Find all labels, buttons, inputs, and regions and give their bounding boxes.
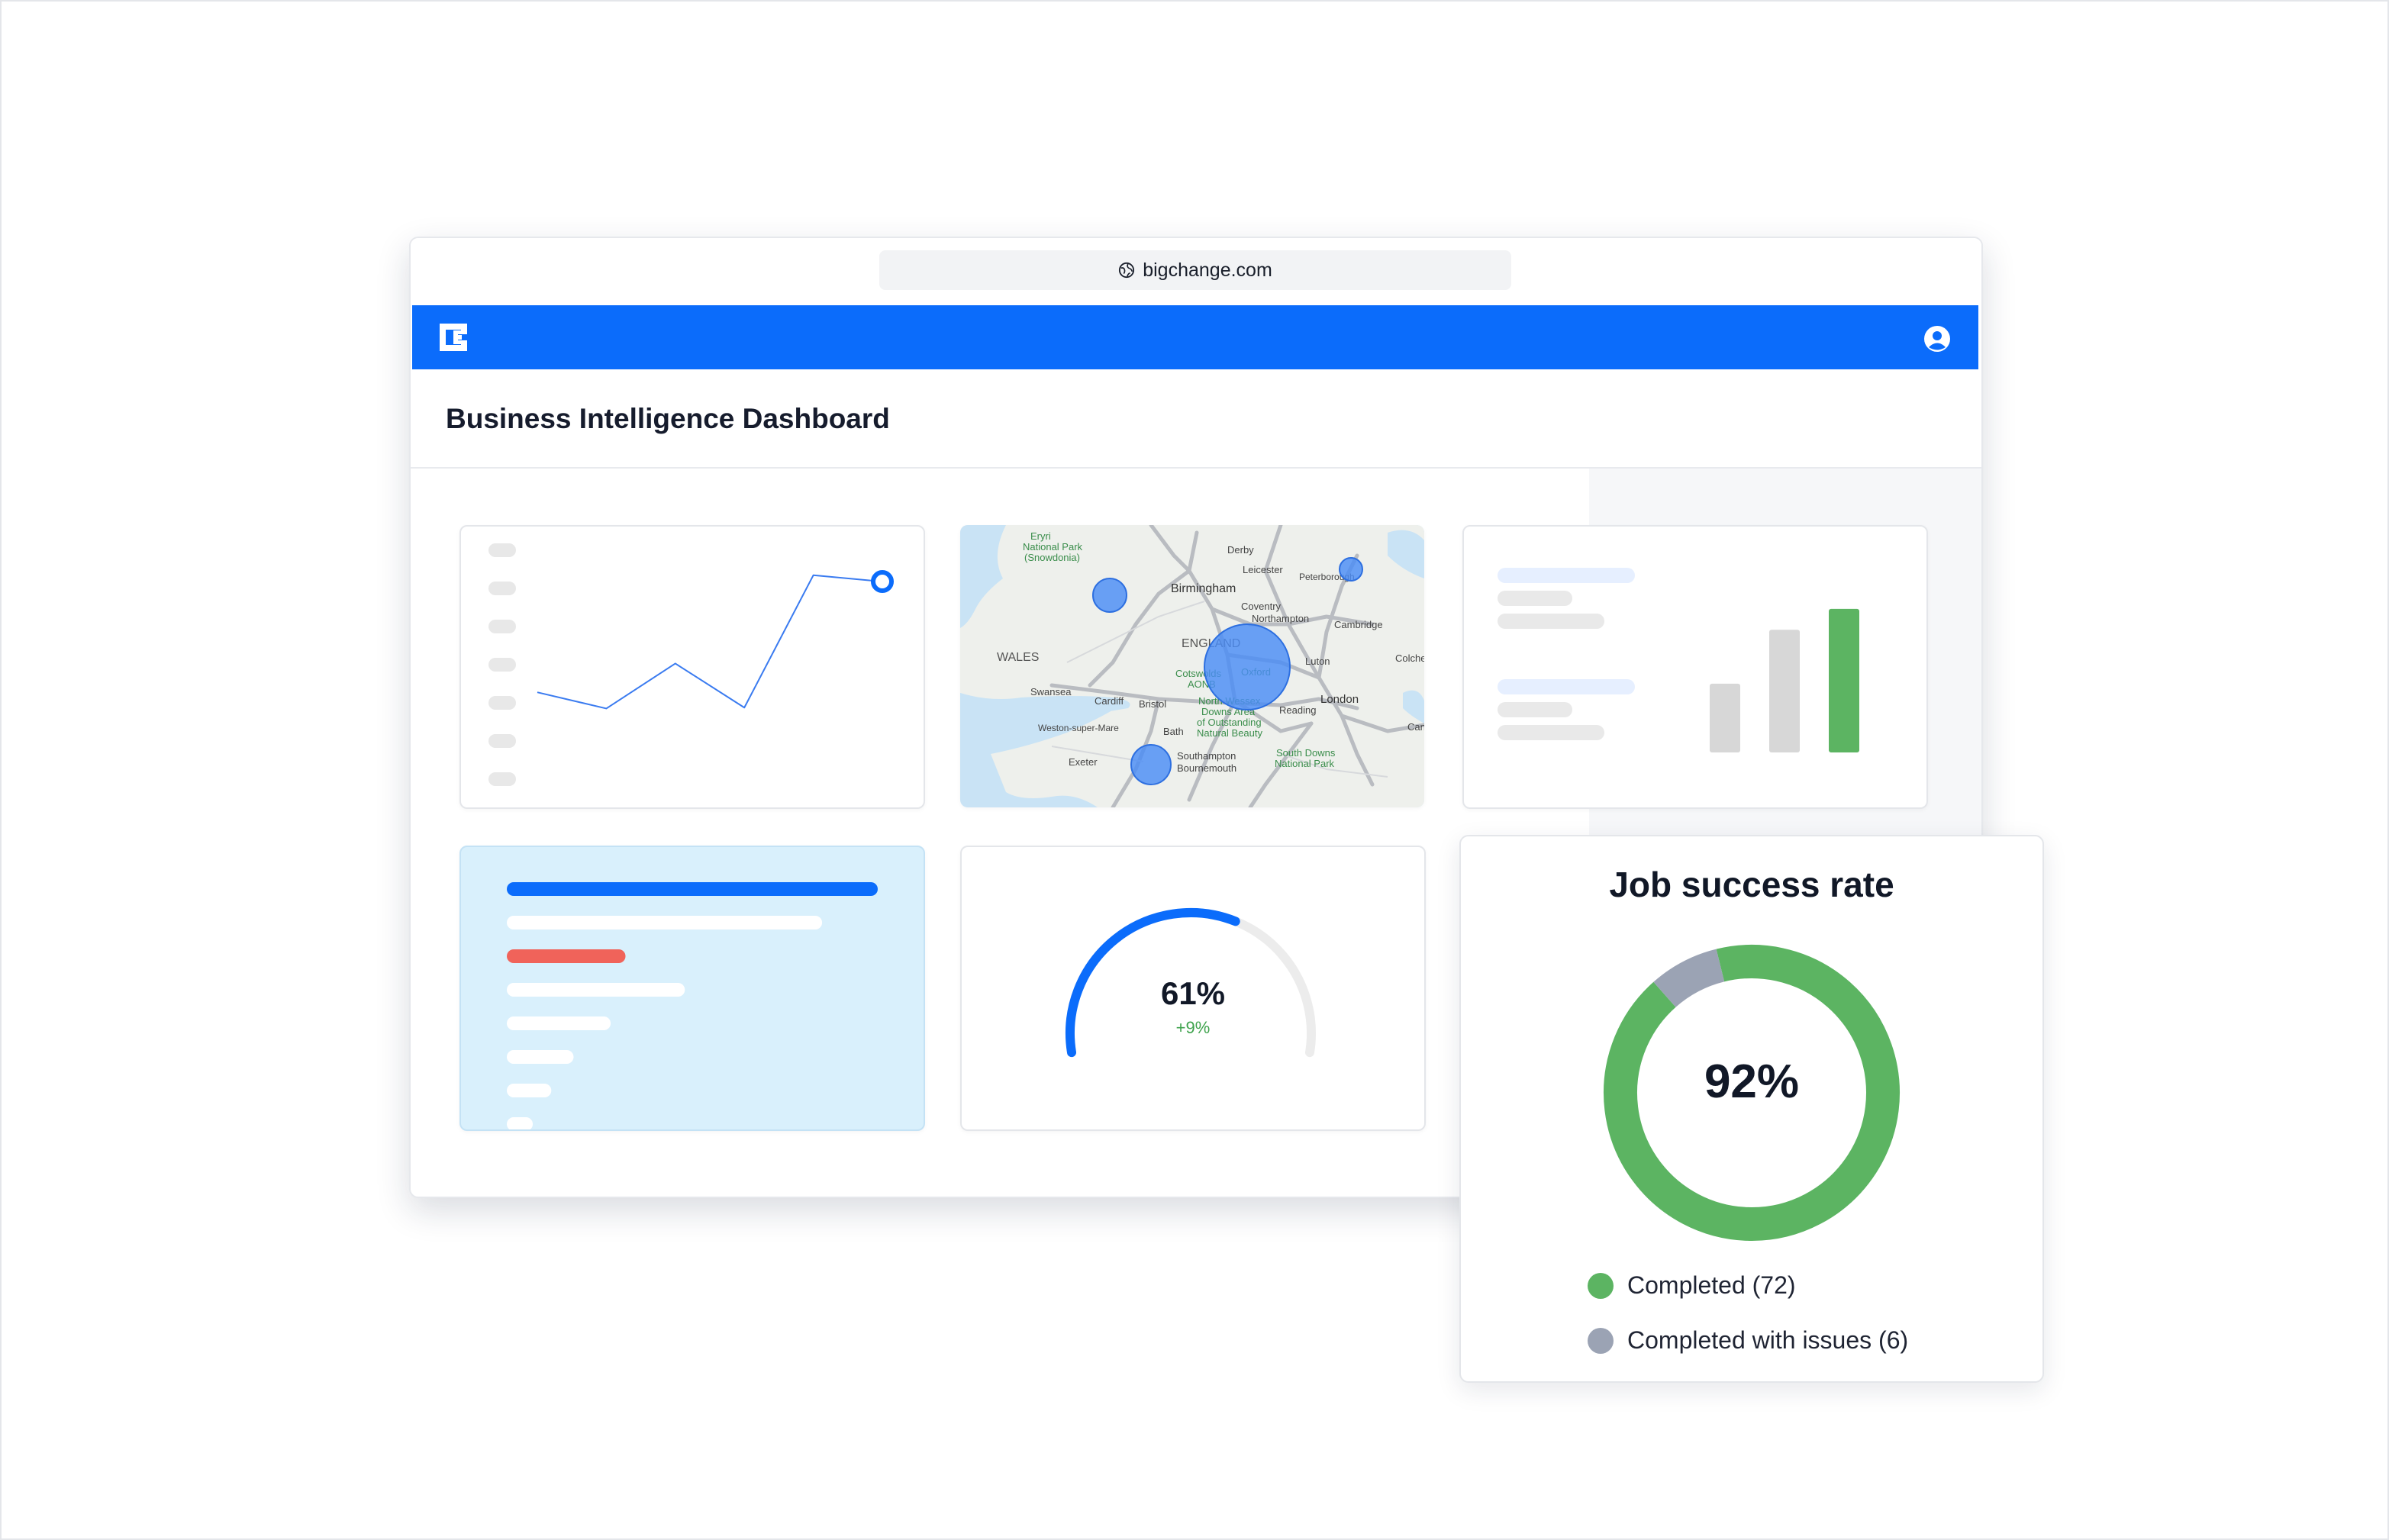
donut-center-value: 92% (1704, 1055, 1800, 1108)
gauge-delta: +9% (1175, 1018, 1211, 1037)
y-tick-placeholder (488, 696, 516, 710)
map-place-label: Luton (1305, 656, 1330, 667)
globe-icon (1119, 262, 1135, 279)
y-tick-placeholder (488, 582, 516, 595)
map-place-label: Birmingham (1171, 582, 1236, 595)
hbar[interactable] (507, 1050, 574, 1064)
map-card[interactable]: Eryri National Park (Snowdonia) Derby Leices… (960, 525, 1424, 807)
map-place-label: Weston-super-Mare (1038, 723, 1119, 733)
map-bubble-peterborough[interactable] (1339, 557, 1363, 582)
address-bar[interactable]: bigchange.com (879, 250, 1511, 290)
map-place-label: Cambridge (1334, 619, 1383, 630)
map-place-label: London (1320, 693, 1359, 706)
line-chart-card[interactable] (459, 525, 925, 809)
hbar[interactable] (507, 983, 685, 997)
horizontal-bar-card[interactable] (459, 846, 925, 1131)
map-place-label: Natural Beauty (1197, 727, 1262, 739)
map-place-label: Can (1407, 721, 1424, 733)
y-tick-placeholder (488, 734, 516, 748)
map-place-label: Bournemouth (1177, 762, 1236, 774)
minimize-window-dot[interactable] (458, 263, 473, 279)
map-place-label: Colche (1395, 652, 1424, 664)
map-place-label: Bristol (1139, 698, 1166, 710)
hbar[interactable] (507, 949, 626, 963)
y-tick-placeholder (488, 772, 516, 786)
legend-item-completed-with-issues: Completed with issues (6) (1588, 1326, 1908, 1355)
bar-chart (1710, 608, 1859, 752)
legend-dot-completed (1588, 1272, 1614, 1299)
map-place-label: National Park (1275, 758, 1335, 769)
map-place-label: Reading (1279, 704, 1316, 716)
map-place-label: Derby (1227, 544, 1254, 556)
uk-map[interactable]: EryriNational Park(Snowdonia)DerbyLeices… (960, 525, 1424, 807)
legend-item-completed: Completed (72) (1588, 1271, 1796, 1300)
hbar[interactable] (507, 1084, 552, 1097)
map-place-label: Coventry (1241, 601, 1282, 612)
address-url: bigchange.com (1143, 259, 1272, 281)
map-place-label: of Outstanding (1197, 717, 1262, 728)
hbar[interactable] (507, 1016, 611, 1030)
map-place-label: Cardiff (1095, 695, 1124, 707)
page-title: Business Intelligence Dashboard (446, 403, 890, 434)
bar[interactable] (1829, 608, 1859, 752)
line-end-point[interactable] (871, 570, 894, 594)
job-success-card[interactable]: Job success rate 92% Completed (72) Comp… (1459, 835, 2044, 1383)
map-bubble-wales[interactable] (1092, 578, 1127, 613)
bar-chart-card[interactable] (1462, 525, 1928, 809)
horizontal-bar-chart (507, 882, 878, 1129)
map-bubble-oxford[interactable] (1204, 623, 1291, 710)
map-place-label: National Park (1023, 541, 1083, 553)
y-tick-placeholder (488, 658, 516, 672)
hbar[interactable] (507, 1117, 534, 1129)
map-place-label: Swansea (1030, 686, 1072, 698)
app-header (412, 305, 1978, 369)
hbar[interactable] (507, 916, 823, 929)
line-chart (488, 543, 894, 786)
legend-dot-issues (1588, 1327, 1614, 1354)
map-place-label: Bath (1163, 726, 1184, 737)
donut-segment[interactable] (1653, 949, 1725, 1008)
bar[interactable] (1769, 630, 1800, 752)
map-place-label: Exeter (1069, 756, 1098, 768)
y-tick-placeholder (488, 620, 516, 633)
map-place-label: WALES (997, 651, 1039, 664)
map-place-label: (Snowdonia) (1024, 552, 1080, 563)
map-bubble-southampton[interactable] (1130, 744, 1172, 785)
legend-label: Completed (72) (1627, 1271, 1796, 1299)
map-place-label: Leicester (1243, 564, 1283, 575)
bar[interactable] (1710, 683, 1740, 752)
map-place-label: Northampton (1252, 613, 1309, 624)
browser-chrome: bigchange.com (411, 238, 1981, 305)
bigchange-logo-icon[interactable] (438, 322, 469, 353)
close-window-dot[interactable] (435, 263, 450, 279)
hbar[interactable] (507, 882, 878, 896)
map-place-label: Eryri (1030, 530, 1051, 542)
legend-label: Completed with issues (6) (1627, 1326, 1909, 1354)
user-circle-icon[interactable] (1923, 325, 1951, 353)
maximize-window-dot[interactable] (481, 263, 496, 279)
gauge-card[interactable]: 61% +9% (960, 846, 1426, 1131)
map-place-label: South Downs (1276, 747, 1336, 759)
y-tick-placeholder (488, 543, 516, 557)
line-series (537, 574, 883, 710)
map-place-label: Southampton (1177, 750, 1236, 762)
gauge-value: 61% (1160, 975, 1226, 1011)
